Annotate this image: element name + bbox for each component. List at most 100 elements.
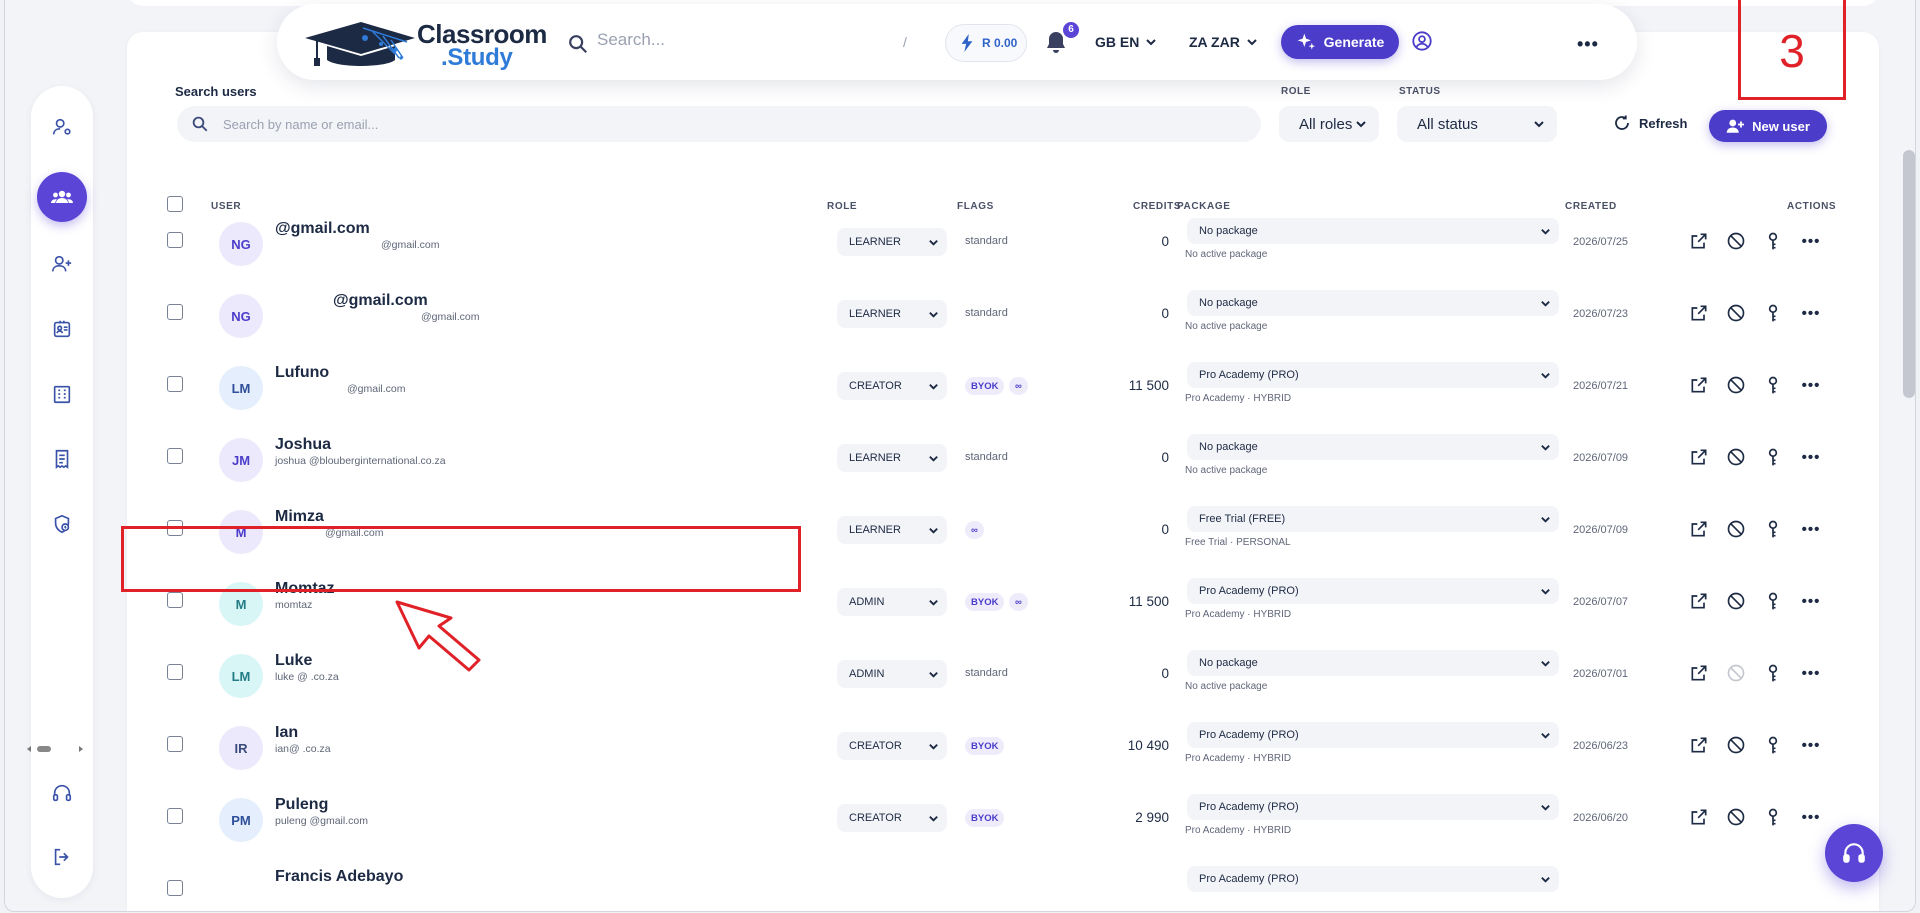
table-row[interactable]: PM Puleng puleng @gmail.com CREATOR BYOK 2 99… (127, 782, 1879, 854)
row-checkbox[interactable] (167, 736, 183, 752)
user-name[interactable]: Joshua (275, 436, 331, 454)
row-checkbox[interactable] (167, 376, 183, 392)
package-select[interactable]: No package (1187, 434, 1559, 460)
open-user-button[interactable] (1687, 373, 1711, 397)
suspend-user-button[interactable] (1724, 805, 1748, 829)
sidebar-item-invoices[interactable] (37, 434, 87, 484)
table-row[interactable]: LM Lufuno @gmail.com CREATOR BYOK ∞ 11 500 Pro … (127, 350, 1879, 422)
sidebar-item-user-settings[interactable] (37, 102, 87, 152)
row-checkbox[interactable] (167, 880, 183, 896)
row-checkbox[interactable] (167, 664, 183, 680)
search-users-input[interactable]: Search by name or email... (177, 106, 1261, 142)
role-filter-select[interactable]: All roles (1279, 106, 1379, 142)
reset-password-button[interactable] (1761, 373, 1785, 397)
row-more-button[interactable]: ••• (1799, 805, 1823, 829)
package-select[interactable]: Pro Academy (PRO) (1187, 866, 1559, 892)
suspend-user-button[interactable] (1724, 517, 1748, 541)
generate-button[interactable]: Generate (1281, 25, 1399, 59)
user-name[interactable]: @gmail.com (275, 220, 370, 238)
table-row[interactable]: JM Joshua joshua @blouberginternational.co… (127, 422, 1879, 494)
suspend-user-button[interactable] (1724, 661, 1748, 685)
package-select[interactable]: Pro Academy (PRO) (1187, 578, 1559, 604)
sidebar-item-id-card[interactable] (37, 304, 87, 354)
role-select[interactable]: LEARNER (837, 516, 947, 544)
open-user-button[interactable] (1687, 733, 1711, 757)
suspend-user-button[interactable] (1724, 301, 1748, 325)
reset-password-button[interactable] (1761, 445, 1785, 469)
account-icon[interactable] (1411, 30, 1433, 52)
sidebar-item-add-user[interactable] (37, 239, 87, 289)
suspend-user-button[interactable] (1724, 445, 1748, 469)
role-select[interactable]: CREATOR (837, 804, 947, 832)
row-checkbox[interactable] (167, 808, 183, 824)
row-checkbox[interactable] (167, 448, 183, 464)
table-row[interactable]: Francis Adebayo Pro Academy (PRO) (127, 854, 1879, 911)
row-more-button[interactable]: ••• (1799, 517, 1823, 541)
sidebar-horizontal-scrollbar[interactable] (25, 742, 85, 754)
role-select[interactable]: CREATOR (837, 732, 947, 760)
suspend-user-button[interactable] (1724, 733, 1748, 757)
suspend-user-button[interactable] (1724, 229, 1748, 253)
row-more-button[interactable]: ••• (1799, 733, 1823, 757)
package-select[interactable]: Pro Academy (PRO) (1187, 362, 1559, 388)
role-select[interactable]: LEARNER (837, 228, 947, 256)
currency-selector[interactable]: ZA ZAR (1189, 34, 1258, 50)
refresh-button[interactable]: Refresh (1613, 114, 1687, 132)
row-more-button[interactable]: ••• (1799, 661, 1823, 685)
package-select[interactable]: Free Trial (FREE) (1187, 506, 1559, 532)
open-user-button[interactable] (1687, 517, 1711, 541)
page-vertical-scrollbar[interactable] (1903, 150, 1915, 398)
open-user-button[interactable] (1687, 805, 1711, 829)
new-user-button[interactable]: New user (1709, 110, 1827, 142)
reset-password-button[interactable] (1761, 301, 1785, 325)
sidebar-item-organizations[interactable] (37, 369, 87, 419)
status-filter-select[interactable]: All status (1397, 106, 1557, 142)
open-user-button[interactable] (1687, 445, 1711, 469)
global-search-input[interactable]: Search... (597, 30, 665, 50)
package-select[interactable]: Pro Academy (PRO) (1187, 794, 1559, 820)
table-row[interactable]: IR Ian ian@ .co.za CREATOR BYOK 10 490 Pro Aca… (127, 710, 1879, 782)
table-row[interactable]: NG @gmail.com @gmail.com LEARNER standard 0 No… (127, 278, 1879, 350)
sidebar-item-security[interactable] (37, 499, 87, 549)
reset-password-button[interactable] (1761, 517, 1785, 541)
open-user-button[interactable] (1687, 589, 1711, 613)
row-more-button[interactable]: ••• (1799, 589, 1823, 613)
role-select[interactable]: LEARNER (837, 300, 947, 328)
reset-password-button[interactable] (1761, 661, 1785, 685)
reset-password-button[interactable] (1761, 805, 1785, 829)
row-more-button[interactable]: ••• (1799, 229, 1823, 253)
table-row[interactable]: NG @gmail.com @gmail.com LEARNER standard 0 No… (127, 206, 1879, 278)
user-name[interactable]: Puleng (275, 796, 328, 814)
role-select[interactable]: LEARNER (837, 444, 947, 472)
row-more-button[interactable]: ••• (1799, 301, 1823, 325)
row-checkbox[interactable] (167, 592, 183, 608)
sidebar-item-users[interactable] (37, 172, 87, 222)
suspend-user-button[interactable] (1724, 589, 1748, 613)
user-name[interactable]: Ian (275, 724, 298, 742)
role-select[interactable]: ADMIN (837, 660, 947, 688)
user-name[interactable]: Mimza (275, 508, 324, 526)
package-select[interactable]: No package (1187, 290, 1559, 316)
user-name[interactable]: Lufuno (275, 364, 329, 382)
role-select[interactable]: ADMIN (837, 588, 947, 616)
row-more-button[interactable]: ••• (1799, 445, 1823, 469)
package-select[interactable]: No package (1187, 650, 1559, 676)
package-select[interactable]: Pro Academy (PRO) (1187, 722, 1559, 748)
reset-password-button[interactable] (1761, 229, 1785, 253)
role-select[interactable]: CREATOR (837, 372, 947, 400)
row-more-button[interactable]: ••• (1799, 373, 1823, 397)
suspend-user-button[interactable] (1724, 373, 1748, 397)
package-select[interactable]: No package (1187, 218, 1559, 244)
open-user-button[interactable] (1687, 661, 1711, 685)
reset-password-button[interactable] (1761, 589, 1785, 613)
language-selector[interactable]: GB EN (1095, 34, 1157, 50)
user-name[interactable]: @gmail.com (333, 292, 428, 310)
credit-balance-pill[interactable]: R 0.00 (945, 24, 1027, 62)
user-name[interactable]: Luke (275, 652, 312, 670)
sidebar-item-logout[interactable] (37, 832, 87, 882)
sidebar-item-support[interactable] (37, 768, 87, 818)
header-more-button[interactable]: ••• (1577, 34, 1599, 55)
reset-password-button[interactable] (1761, 733, 1785, 757)
row-checkbox[interactable] (167, 232, 183, 248)
open-user-button[interactable] (1687, 301, 1711, 325)
